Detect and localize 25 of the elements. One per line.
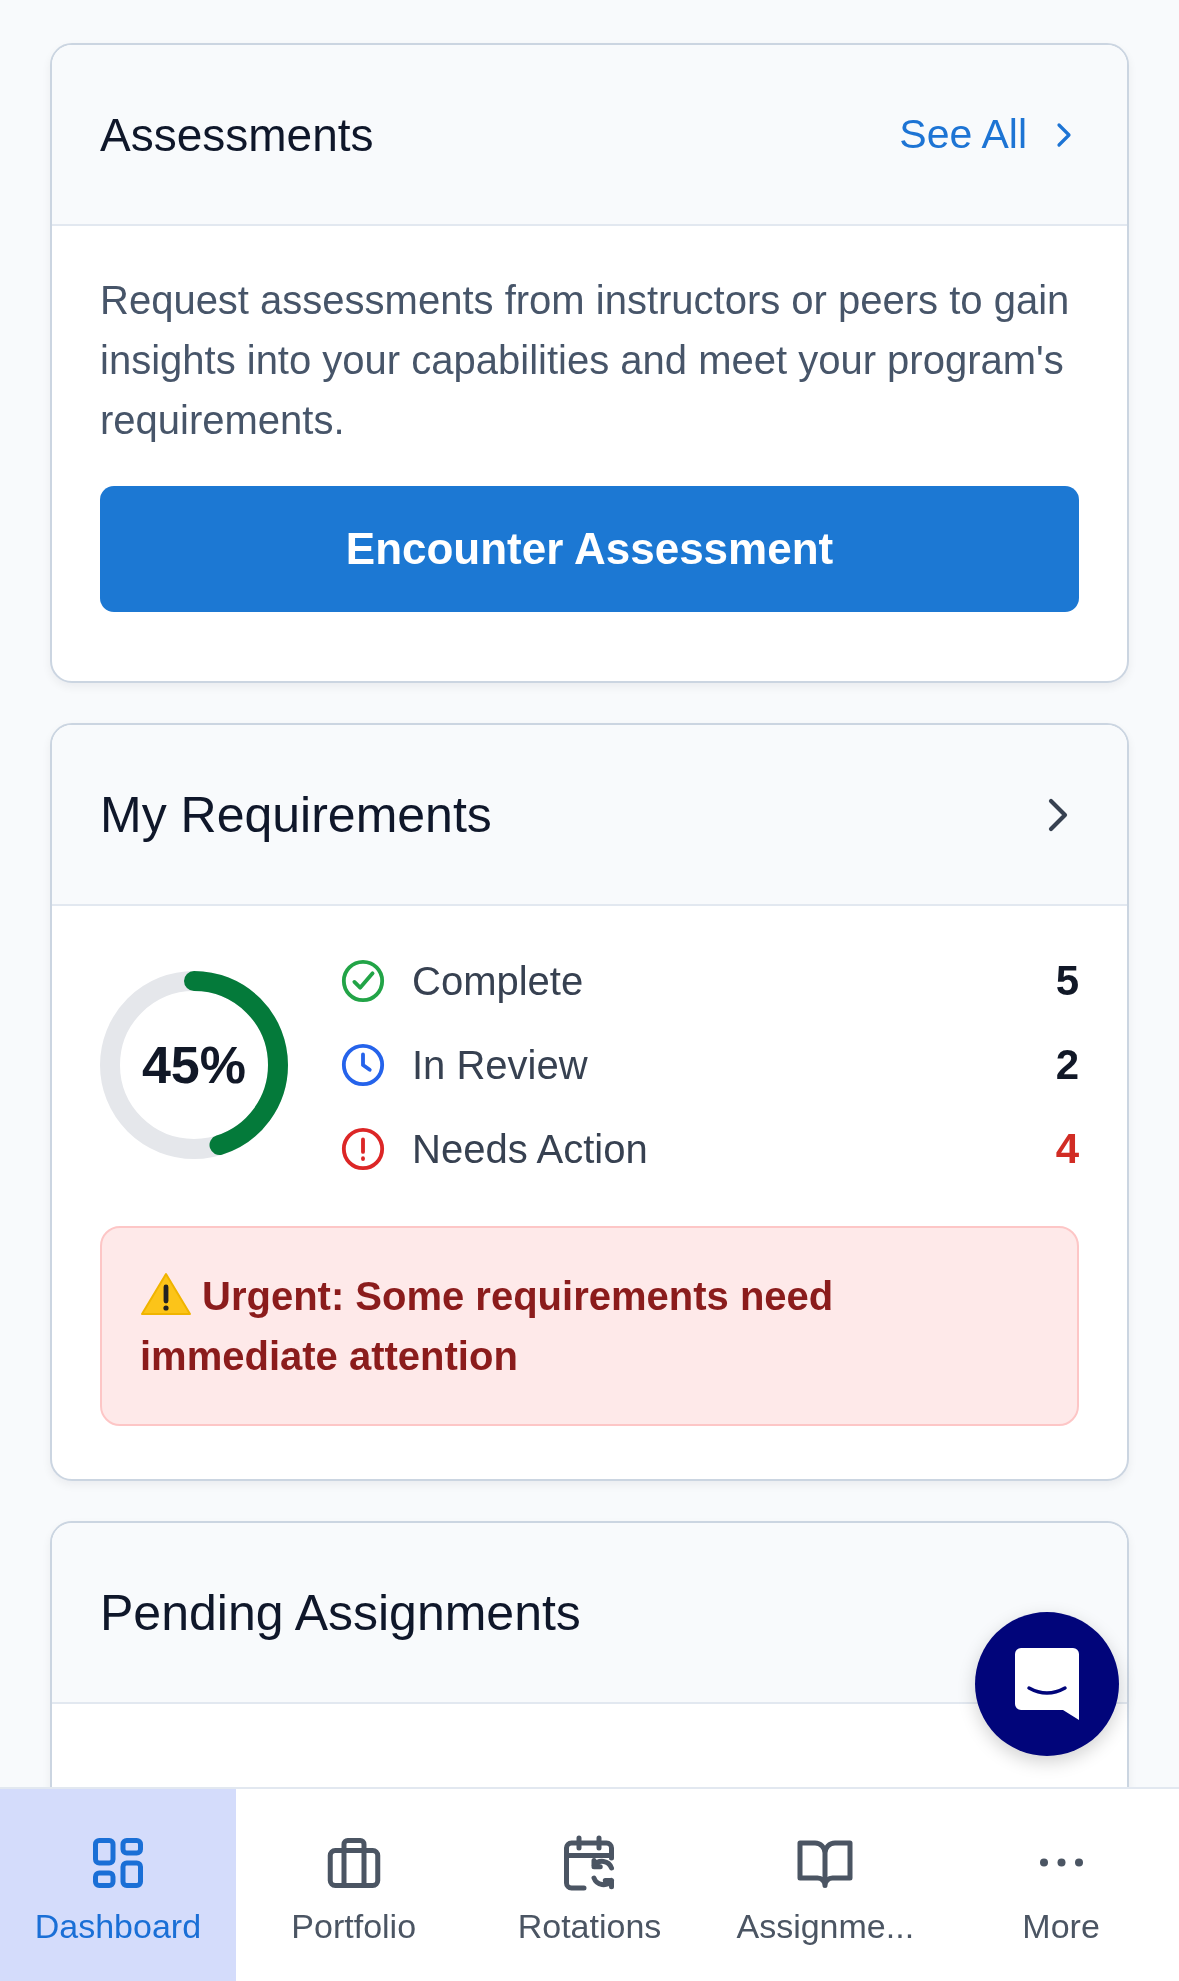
status-label: Needs Action xyxy=(412,1126,649,1172)
check-circle-icon xyxy=(340,958,386,1004)
status-count: 5 xyxy=(1055,957,1079,1005)
nav-tab[interactable]: Assignme... xyxy=(707,1789,944,1981)
warning-icon xyxy=(140,1272,192,1316)
chat-bubble-icon xyxy=(1015,1648,1079,1720)
percent-text: 45% xyxy=(140,1035,248,1095)
card-title: Assessments xyxy=(100,107,374,162)
exclamation-circle-icon xyxy=(340,1126,386,1172)
status-count: 2 xyxy=(1055,1041,1079,1089)
encounter-assessment-button[interactable]: Encounter Assessment xyxy=(100,486,1079,612)
alert-text: Urgent: Some requirements need immediate attention xyxy=(140,1271,835,1380)
nav-tab[interactable]: Dashboard xyxy=(0,1789,236,1981)
status-count: 4 xyxy=(1055,1125,1079,1173)
description-text: Request assessments from instructors or peers to gain insights into your capabilities and meet your program's requirements. xyxy=(100,277,1071,444)
clock-icon xyxy=(340,1042,386,1088)
nav-tab[interactable]: More xyxy=(943,1789,1179,1981)
nav-tab[interactable]: Portfolio xyxy=(235,1789,472,1981)
card-title: My Requirements xyxy=(100,785,492,844)
status-label: Complete xyxy=(412,958,585,1004)
nav-tab[interactable]: Rotations xyxy=(471,1789,708,1981)
card-title: Pending Assignments xyxy=(100,1583,581,1642)
more-dots-icon xyxy=(1038,1858,1084,1867)
status-label: In Review xyxy=(412,1042,589,1088)
see-all-link[interactable]: See All xyxy=(899,111,1079,158)
